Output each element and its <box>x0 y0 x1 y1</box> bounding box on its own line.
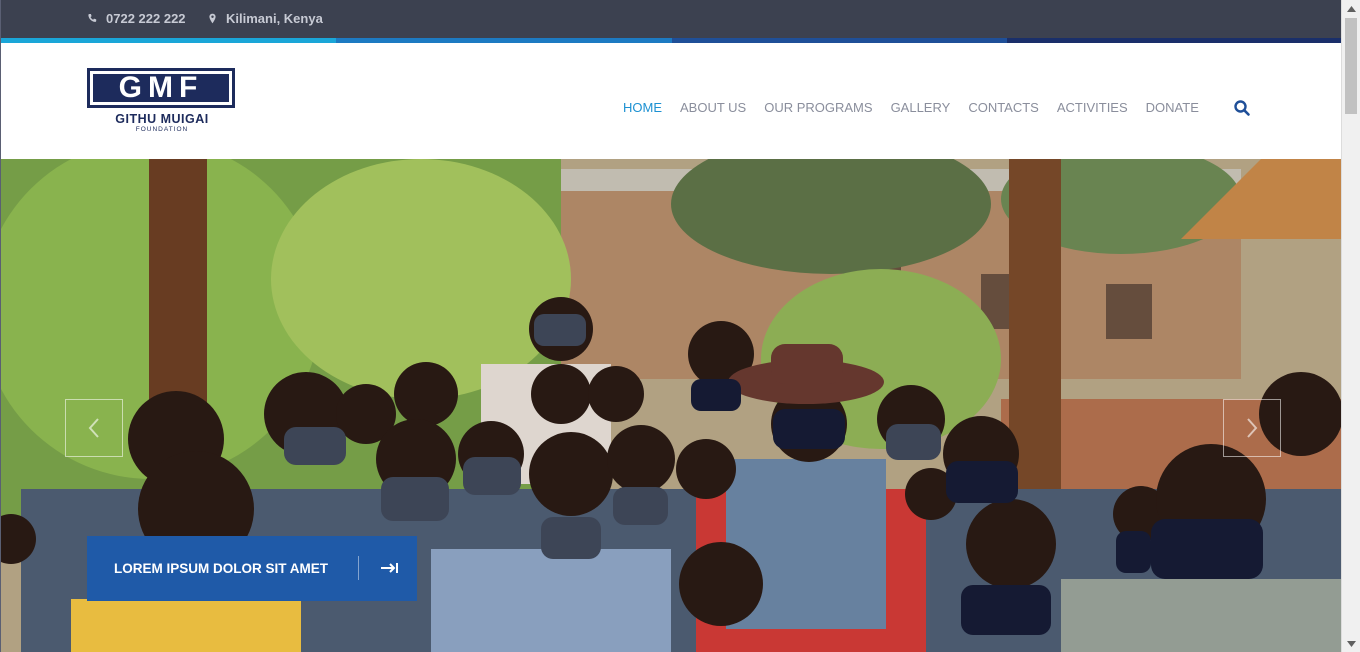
triangle-down-icon <box>1346 640 1356 647</box>
page-scrollbar[interactable] <box>1341 0 1360 652</box>
search-icon <box>1234 100 1250 116</box>
nav-item-contacts[interactable]: CONTACTS <box>968 100 1039 115</box>
logo-mark: GMF <box>87 68 235 108</box>
chevron-right-icon <box>1247 418 1258 438</box>
scrollbar-thumb[interactable] <box>1345 18 1357 114</box>
logo-name: GITHU MUIGAI <box>115 112 209 126</box>
slider-next-button[interactable] <box>1223 399 1281 457</box>
arrow-right-icon <box>381 563 398 573</box>
nav-item-donate[interactable]: DONATE <box>1146 100 1199 115</box>
phone-info[interactable]: 0722 222 222 <box>87 11 186 26</box>
browser-viewport: 0722 222 222 Kilimani, Kenya GMF GITHU M… <box>0 0 1341 652</box>
location-text: Kilimani, Kenya <box>226 11 323 26</box>
phone-icon <box>88 14 97 22</box>
triangle-up-icon <box>1346 5 1356 12</box>
site-logo[interactable]: GMF GITHU MUIGAI FOUNDATION <box>87 68 237 134</box>
cta-divider <box>358 556 359 580</box>
search-button[interactable] <box>1233 99 1251 117</box>
hero-slider: LOREM IPSUM DOLOR SIT AMET <box>1 159 1341 652</box>
nav-item-gallery[interactable]: GALLERY <box>891 100 951 115</box>
phone-number: 0722 222 222 <box>106 11 186 26</box>
map-pin-icon <box>209 13 216 24</box>
hero-cta-label: LOREM IPSUM DOLOR SIT AMET <box>114 561 328 576</box>
main-nav: HOME ABOUT US OUR PROGRAMS GALLERY CONTA… <box>623 100 1217 115</box>
hero-cta-button[interactable]: LOREM IPSUM DOLOR SIT AMET <box>87 536 417 601</box>
nav-item-activities[interactable]: ACTIVITIES <box>1057 100 1128 115</box>
logo-subtitle: FOUNDATION <box>135 126 189 133</box>
logo-mark-text: GMF <box>93 73 229 103</box>
chevron-left-icon <box>88 418 99 438</box>
slider-prev-button[interactable] <box>65 399 123 457</box>
scroll-down-button[interactable] <box>1342 635 1360 652</box>
scroll-up-button[interactable] <box>1342 0 1360 17</box>
location-info: Kilimani, Kenya <box>207 11 323 26</box>
nav-item-our-programs[interactable]: OUR PROGRAMS <box>764 100 872 115</box>
nav-item-about-us[interactable]: ABOUT US <box>680 100 746 115</box>
top-info-bar: 0722 222 222 Kilimani, Kenya <box>1 0 1341 38</box>
site-header: GMF GITHU MUIGAI FOUNDATION HOME ABOUT U… <box>1 43 1341 159</box>
nav-item-home[interactable]: HOME <box>623 100 662 115</box>
